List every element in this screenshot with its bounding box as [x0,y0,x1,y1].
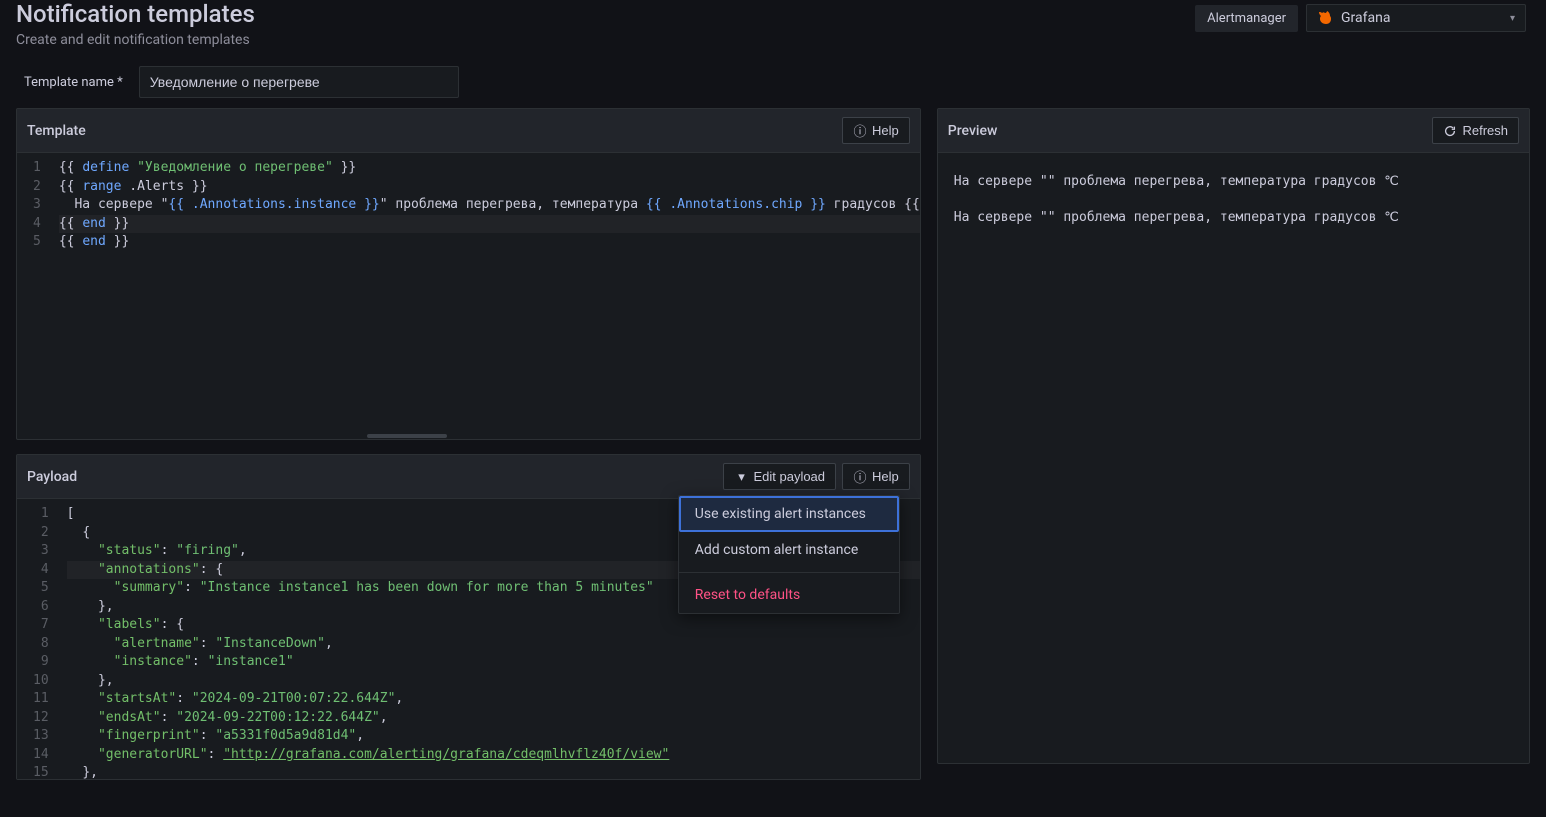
page-subtitle: Create and edit notification templates [16,32,255,48]
template-help-button[interactable]: ⓘ Help [842,117,910,144]
info-icon: ⓘ [853,124,867,138]
chevron-down-icon: ▾ [1510,13,1515,24]
template-panel-title: Template [27,123,86,139]
preview-line: На сервере "" проблема перегрева, темпер… [954,173,1513,191]
preview-panel-title: Preview [948,123,998,139]
help-label: Help [872,469,899,484]
template-code-area[interactable]: {{ define "Уведомление о перегреве" }} {… [51,153,920,433]
payload-panel-title: Payload [27,469,77,485]
preview-output: На сервере "" проблема перегрева, темпер… [938,153,1529,265]
edit-payload-button[interactable]: ▾ Edit payload [723,463,836,490]
datasource-select[interactable]: Grafana ▾ [1306,4,1526,32]
page-title: Notification templates [16,0,255,28]
horizontal-scrollbar[interactable] [17,433,920,439]
payload-dropdown[interactable]: Use existing alert instances Add custom … [678,495,900,614]
payload-help-button[interactable]: ⓘ Help [842,463,910,490]
grafana-icon [1317,10,1333,26]
refresh-label: Refresh [1462,123,1508,138]
preview-line: На сервере "" проблема перегрева, темпер… [954,209,1513,227]
info-icon: ⓘ [853,470,867,484]
help-label: Help [872,123,899,138]
dropdown-item-use-existing[interactable]: Use existing alert instances [679,496,899,532]
dropdown-separator [679,572,899,573]
refresh-button[interactable]: Refresh [1432,117,1519,144]
dropdown-item-add-custom[interactable]: Add custom alert instance [679,532,899,568]
dropdown-item-reset[interactable]: Reset to defaults [679,577,899,613]
line-gutter: 123456789101112131415 [17,499,59,779]
chevron-down-icon: ▾ [734,470,748,484]
edit-payload-label: Edit payload [753,469,825,484]
alertmanager-label: Alertmanager [1195,5,1298,32]
refresh-icon [1443,124,1457,138]
line-gutter: 12345 [17,153,51,433]
datasource-select-label: Grafana [1341,10,1502,26]
template-name-label: Template name * [24,75,123,90]
template-name-input[interactable] [139,66,459,98]
